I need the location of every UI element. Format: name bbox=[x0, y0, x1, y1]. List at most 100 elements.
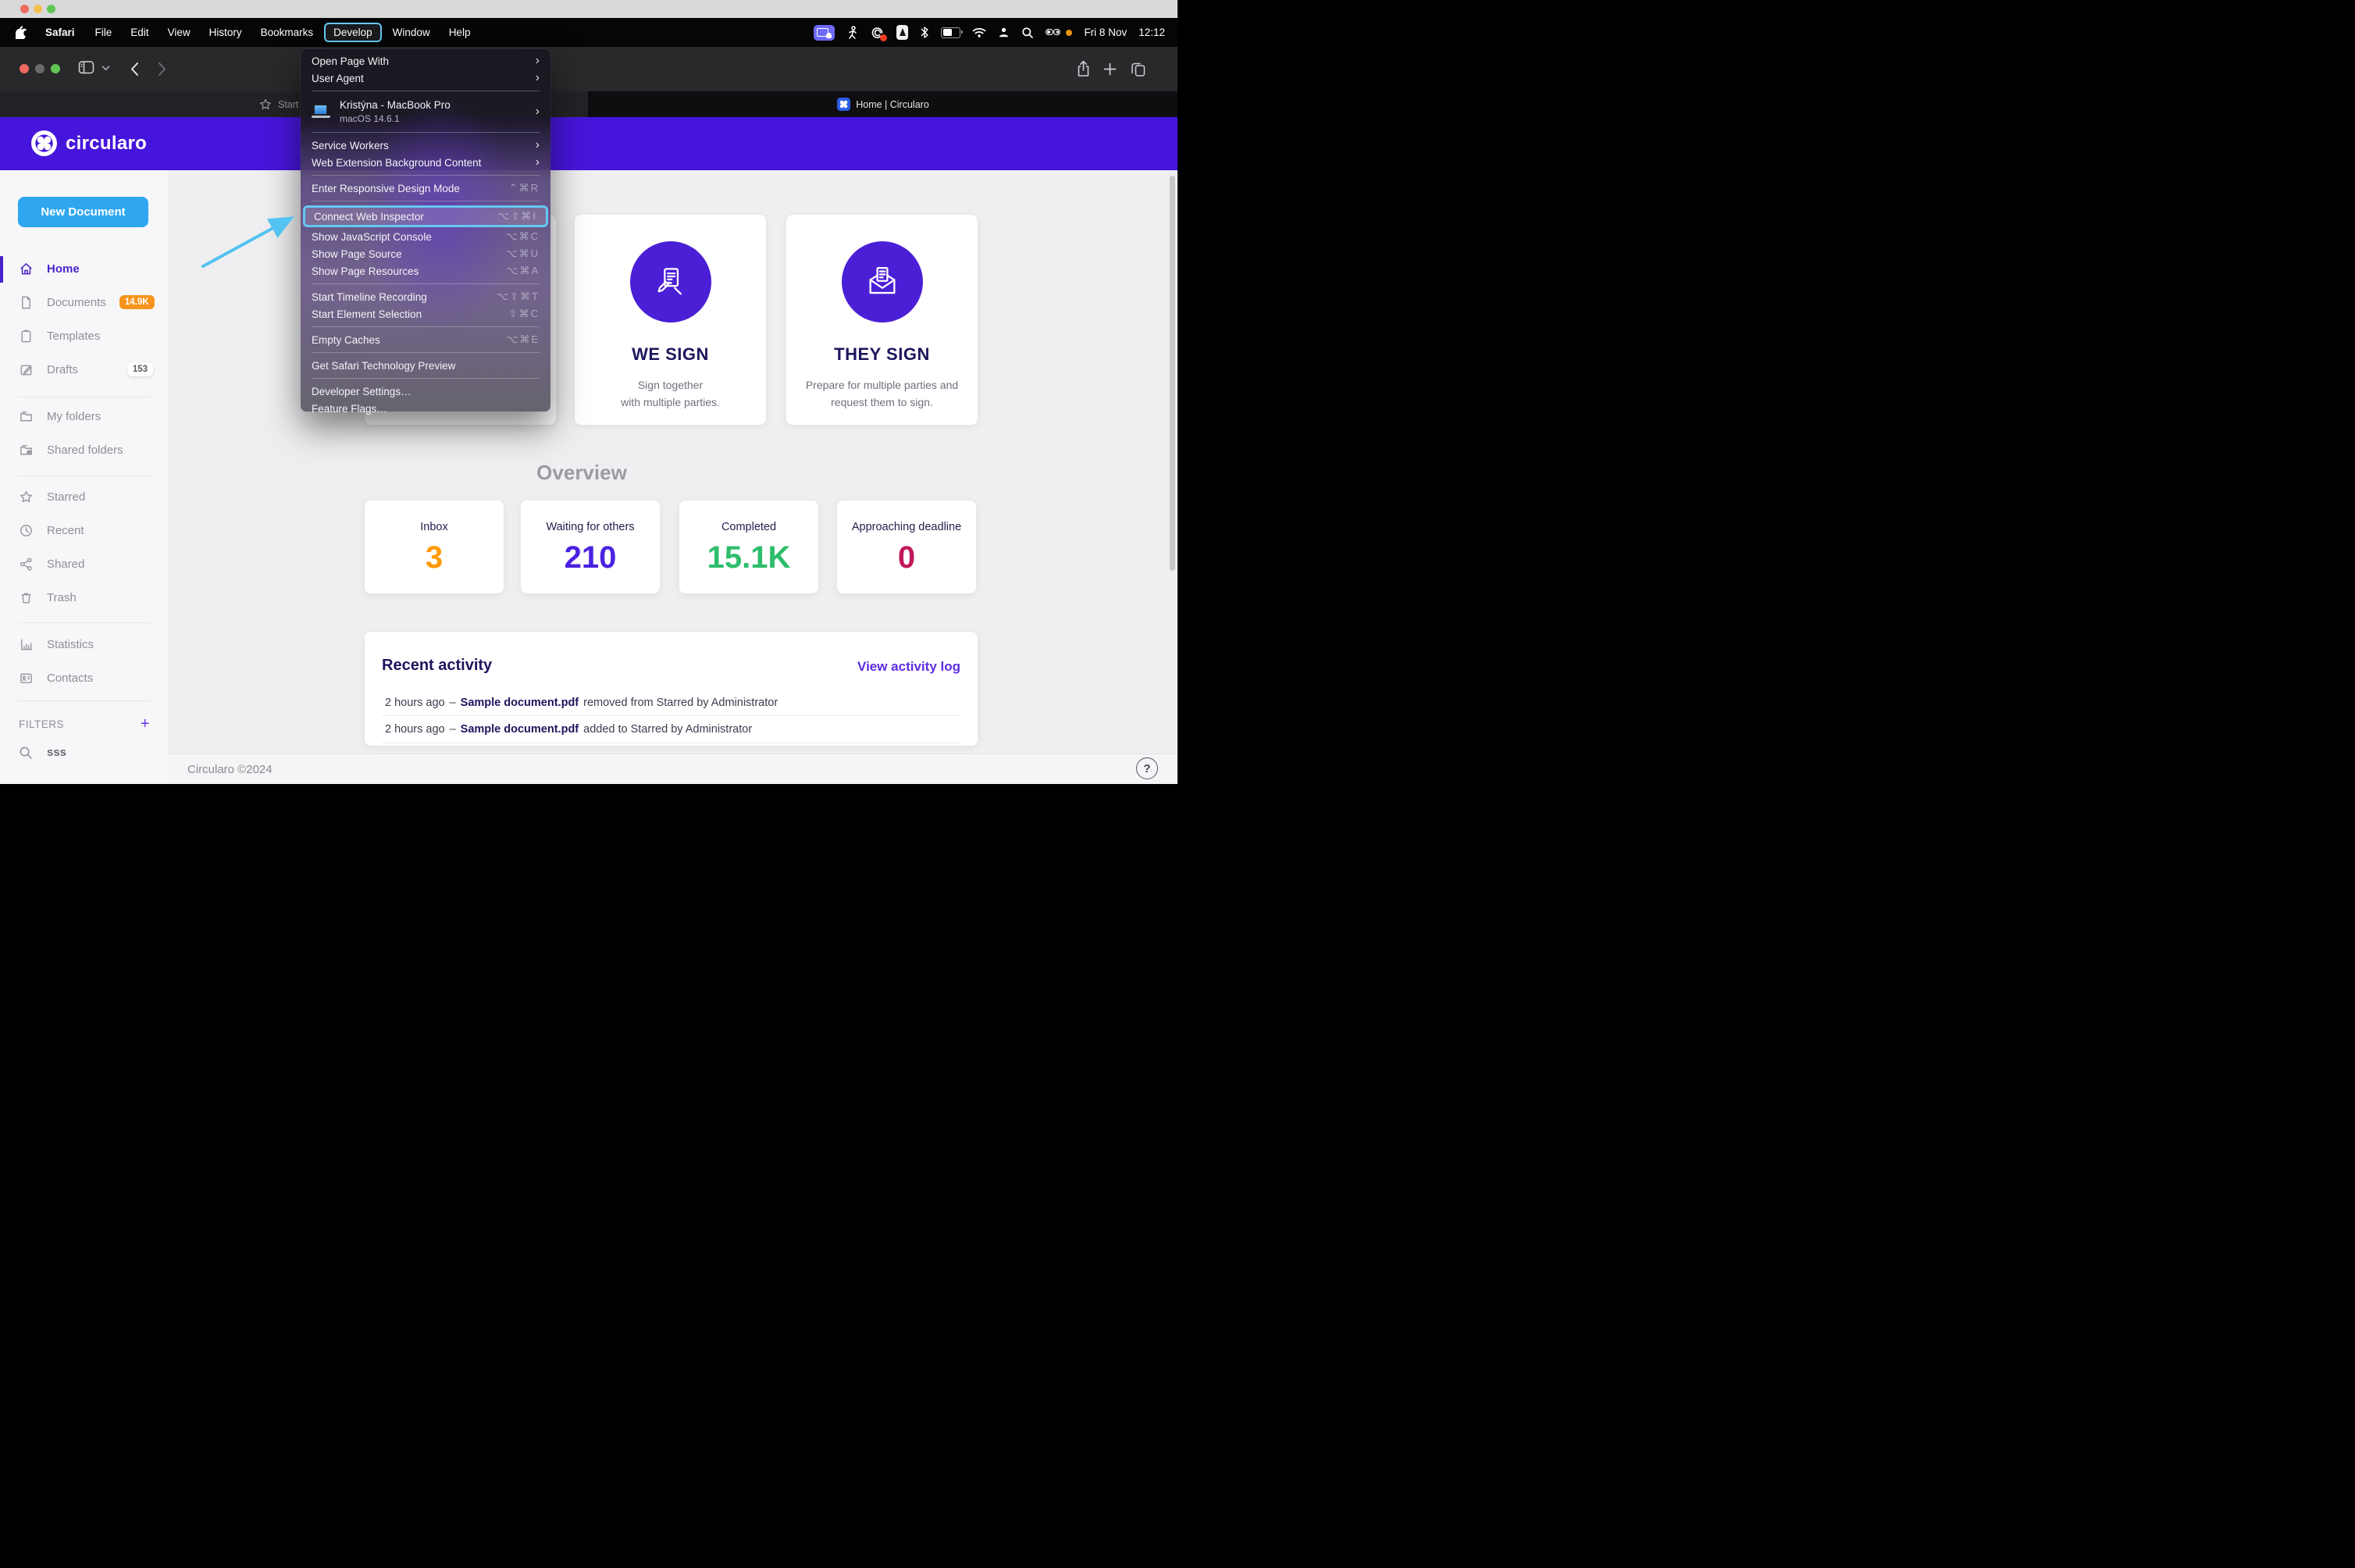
recent-activity-card: Recent activity View activity log 2 hour… bbox=[365, 632, 978, 746]
spotlight-icon[interactable] bbox=[1021, 27, 1034, 39]
sidebar-item-recent[interactable]: Recent bbox=[19, 519, 153, 541]
sidebar-item-drafts[interactable]: Drafts 153 bbox=[19, 358, 153, 380]
circularo-logo[interactable]: circularo bbox=[31, 130, 147, 156]
notification-app-icon[interactable] bbox=[871, 26, 888, 41]
menu-item-open-page-with[interactable]: Open Page With › bbox=[301, 52, 550, 69]
activity-action: removed from Starred by Administrator bbox=[583, 697, 778, 709]
filter-search-input[interactable] bbox=[45, 745, 126, 760]
share-icon[interactable] bbox=[1076, 60, 1091, 77]
view-activity-log-link[interactable]: View activity log bbox=[857, 659, 960, 675]
device-os-version: macOS 14.6.1 bbox=[340, 113, 400, 125]
tab-home-circularo[interactable]: Home | Circularo bbox=[589, 91, 1178, 117]
we-sign-card[interactable]: WE SIGN Sign together with multiple part… bbox=[575, 215, 766, 425]
sidebar-item-shared[interactable]: Shared bbox=[19, 553, 153, 575]
menu-item-connect-web-inspector[interactable]: Connect Web Inspector ⌥⇧⌘I bbox=[303, 205, 548, 227]
activity-action: added to Starred by Administrator bbox=[583, 723, 753, 736]
menu-item-show-page-resources[interactable]: Show Page Resources ⌥⌘A bbox=[301, 262, 550, 280]
clipboard-icon bbox=[21, 330, 31, 342]
menu-item-web-extension-background-content[interactable]: Web Extension Background Content › bbox=[301, 154, 550, 171]
menu-item-get-safari-technology-preview[interactable]: Get Safari Technology Preview bbox=[301, 357, 550, 374]
back-button[interactable] bbox=[130, 62, 139, 77]
capture-minimize-button[interactable] bbox=[34, 5, 42, 13]
stat-label: Approaching deadline bbox=[851, 521, 962, 533]
laptop-icon bbox=[312, 105, 330, 119]
menubar-item-safari[interactable]: Safari bbox=[34, 23, 86, 41]
menu-item-enter-responsive-design-mode[interactable]: Enter Responsive Design Mode ⌃⌘R bbox=[301, 180, 550, 197]
folder-icon bbox=[20, 411, 32, 421]
menubar-item-window[interactable]: Window bbox=[383, 23, 440, 41]
apple-menu[interactable] bbox=[0, 26, 34, 39]
stat-card-inbox[interactable]: Inbox 3 bbox=[365, 501, 504, 593]
sidebar-item-home[interactable]: Home bbox=[19, 258, 153, 280]
window-close-button[interactable] bbox=[20, 64, 29, 73]
tab-overview-icon[interactable] bbox=[1130, 61, 1146, 77]
capture-close-button[interactable] bbox=[20, 5, 29, 13]
capture-zoom-button[interactable] bbox=[47, 5, 55, 13]
stat-card-deadline[interactable]: Approaching deadline 0 bbox=[837, 501, 976, 593]
sidebar-item-starred[interactable]: Starred bbox=[19, 486, 153, 508]
figure-app-icon[interactable] bbox=[846, 25, 859, 40]
app-footer: Circularo ©2024 bbox=[168, 754, 1178, 784]
menu-item-device-macbook[interactable]: Kristýna - MacBook Pro macOS 14.6.1 › bbox=[301, 95, 550, 128]
sidebar-item-trash[interactable]: Trash bbox=[19, 586, 153, 608]
menubar-item-history[interactable]: History bbox=[200, 23, 251, 41]
add-filter-button[interactable]: + bbox=[141, 715, 150, 733]
we-sign-title: WE SIGN bbox=[632, 344, 709, 364]
menubar-item-help[interactable]: Help bbox=[440, 23, 480, 41]
menu-item-user-agent[interactable]: User Agent › bbox=[301, 69, 550, 87]
menu-item-show-javascript-console[interactable]: Show JavaScript Console ⌥⌘C bbox=[301, 228, 550, 245]
wifi-icon[interactable] bbox=[972, 27, 986, 38]
menubar-item-develop[interactable]: Develop bbox=[324, 23, 382, 42]
menu-item-feature-flags[interactable]: Feature Flags… bbox=[301, 400, 550, 417]
sidebar-item-templates[interactable]: Templates bbox=[19, 325, 153, 347]
sidebar-chevron-icon[interactable] bbox=[102, 66, 110, 71]
they-sign-card[interactable]: THEY SIGN Prepare for multiple parties a… bbox=[786, 215, 978, 425]
menubar-item-view[interactable]: View bbox=[159, 23, 200, 41]
stat-card-completed[interactable]: Completed 15.1K bbox=[679, 501, 818, 593]
menu-item-start-timeline-recording[interactable]: Start Timeline Recording ⌥⇧⌘T bbox=[301, 288, 550, 305]
sidebar-item-label: Home bbox=[47, 262, 80, 276]
new-document-button[interactable]: New Document bbox=[18, 197, 148, 227]
bluetooth-icon[interactable] bbox=[920, 26, 929, 39]
fast-user-switching-icon[interactable] bbox=[998, 27, 1010, 38]
menubar-item-bookmarks[interactable]: Bookmarks bbox=[251, 23, 323, 41]
sidebar-item-shared-folders[interactable]: Shared folders bbox=[19, 439, 153, 461]
menu-item-developer-settings[interactable]: Developer Settings… bbox=[301, 383, 550, 400]
filter-search-field[interactable] bbox=[19, 745, 150, 760]
sidebar-item-contacts[interactable]: Contacts bbox=[19, 667, 153, 689]
sidebar-item-my-folders[interactable]: My folders bbox=[19, 405, 153, 427]
menu-item-start-element-selection[interactable]: Start Element Selection ⇧⌘C bbox=[301, 305, 550, 323]
stat-label: Completed bbox=[721, 521, 777, 533]
window-minimize-button[interactable] bbox=[35, 64, 45, 73]
new-tab-icon[interactable] bbox=[1103, 62, 1117, 76]
menubar-item-file[interactable]: File bbox=[86, 23, 122, 41]
menu-item-show-page-source[interactable]: Show Page Source ⌥⌘U bbox=[301, 245, 550, 262]
screen-mirroring-icon[interactable] bbox=[814, 24, 835, 41]
window-zoom-button[interactable] bbox=[51, 64, 60, 73]
menubar-date[interactable]: Fri 8 Nov bbox=[1084, 27, 1127, 38]
sidebar-item-label: Starred bbox=[47, 490, 86, 504]
sidebar-divider bbox=[19, 622, 150, 623]
clock-icon bbox=[20, 524, 32, 536]
control-center-icon[interactable] bbox=[1046, 27, 1061, 38]
sidebar-item-statistics[interactable]: Statistics bbox=[19, 633, 153, 655]
sidebar-item-label: Documents bbox=[47, 295, 106, 309]
stat-value: 15.1K bbox=[707, 540, 791, 575]
tuner-app-icon[interactable] bbox=[896, 25, 909, 40]
activity-time: 2 hours ago bbox=[385, 697, 445, 709]
device-name: Kristýna - MacBook Pro bbox=[340, 98, 451, 111]
menubar-time[interactable]: 12:12 bbox=[1138, 27, 1165, 38]
stat-card-waiting[interactable]: Waiting for others 210 bbox=[521, 501, 660, 593]
sidebar-item-label: Shared bbox=[47, 557, 85, 571]
sidebar-item-documents[interactable]: Documents 14.9K bbox=[19, 291, 155, 313]
menu-item-empty-caches[interactable]: Empty Caches ⌥⌘E bbox=[301, 331, 550, 348]
battery-icon[interactable] bbox=[941, 27, 964, 38]
scrollbar-thumb[interactable] bbox=[1170, 176, 1175, 571]
stat-label: Inbox bbox=[420, 521, 448, 533]
they-sign-title: THEY SIGN bbox=[834, 344, 930, 364]
forward-button[interactable] bbox=[158, 62, 167, 77]
help-button[interactable]: ? bbox=[1136, 757, 1158, 779]
menu-item-service-workers[interactable]: Service Workers › bbox=[301, 137, 550, 154]
sidebar-toggle-icon[interactable] bbox=[78, 60, 94, 75]
menubar-item-edit[interactable]: Edit bbox=[121, 23, 158, 41]
